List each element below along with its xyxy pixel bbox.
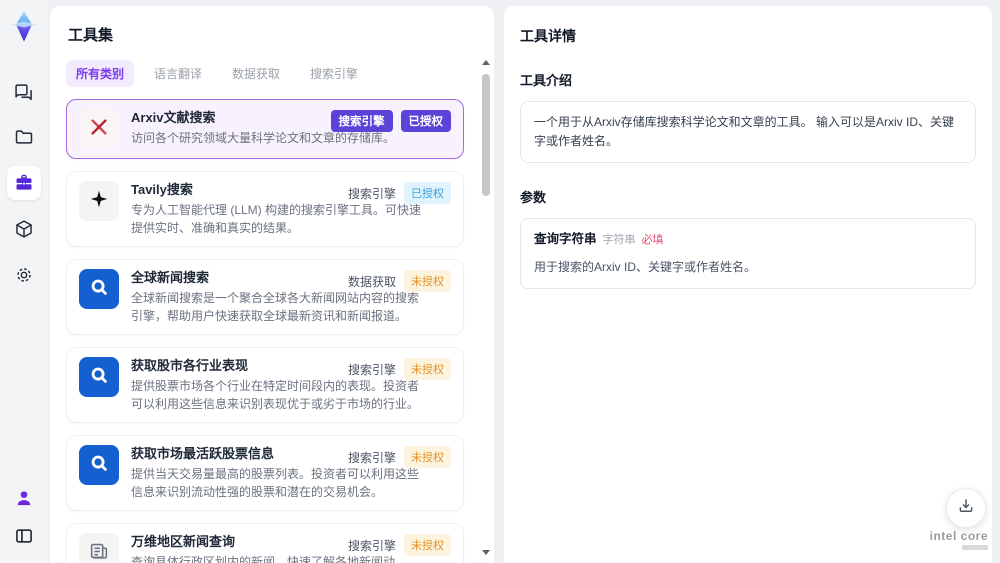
tool-category-label: 搜索引擎: [347, 538, 396, 553]
tool-card-1[interactable]: Tavily搜索 专为人工智能代理 (LLM) 构建的搜索引擎工具。可快速提供实…: [66, 171, 464, 247]
cube-icon: [14, 219, 34, 239]
sidebar-item-toolbox[interactable]: [7, 166, 41, 200]
tool-description: 专为人工智能代理 (LLM) 构建的搜索引擎工具。可快速提供实时、准确和真实的结…: [131, 203, 422, 235]
tool-status-badge: 未授权: [404, 534, 451, 556]
intro-heading: 工具介绍: [520, 73, 573, 88]
tool-description: 提供当天交易量最高的股票列表。投资者可以利用这些信息来识别流动性强的股票和潜在的…: [131, 467, 420, 499]
briefcase-icon: [14, 173, 34, 193]
newspaper-icon: [88, 540, 110, 563]
tool-card-0[interactable]: Arxiv文献搜索 访问各个研究领域大量科学论文和文章的存储库。 搜索引擎 已授…: [66, 99, 464, 159]
tool-icon: [79, 269, 119, 309]
tool-list-panel: 工具集 所有类别 语言翻译 数据获取 搜索引擎 Arxiv文献搜索 访问各个研究领域大…: [50, 6, 494, 563]
tool-card-5[interactable]: 万维地区新闻查询 查询具体行政区划内的新闻，快速了解各地新闻动 搜索引擎 未授权: [66, 523, 464, 563]
search-logo-icon: [88, 452, 110, 479]
chat-icon: [14, 81, 34, 101]
sidebar-item-panel-toggle[interactable]: [7, 519, 41, 553]
user-icon: [14, 488, 34, 508]
sidebar-item-files[interactable]: [7, 120, 41, 154]
page-title: 工具集: [68, 27, 114, 44]
param-name: 查询字符串: [534, 232, 597, 246]
scroll-down-icon[interactable]: [482, 550, 490, 555]
tool-status-badge: 未授权: [404, 446, 451, 468]
tool-icon: [79, 445, 119, 485]
tool-icon: [79, 181, 119, 221]
brand-text: intel core: [929, 529, 988, 543]
sidebar-item-chat[interactable]: [7, 74, 41, 108]
arxiv-logo-icon: [88, 116, 110, 143]
detail-title: 工具详情: [520, 28, 576, 44]
tool-category-label: 数据获取: [347, 274, 396, 289]
tool-category-label: 搜索引擎: [347, 450, 396, 465]
scroll-up-icon[interactable]: [482, 60, 490, 65]
download-icon: [957, 497, 975, 520]
sidebar-item-settings[interactable]: [7, 258, 41, 292]
tab-2[interactable]: 数据获取: [222, 60, 290, 87]
tool-status-badge: 未授权: [404, 358, 451, 380]
tool-icon: [79, 357, 119, 397]
intro-box: 一个用于从Arxiv存储库搜索科学论文和文章的工具。 输入可以是Arxiv ID…: [520, 101, 976, 163]
param-required-badge: 必填: [641, 234, 664, 246]
param-desc: 用于搜索的Arxiv ID、关键字或作者姓名。: [534, 260, 757, 274]
tool-card-2[interactable]: 全球新闻搜索 全球新闻搜索是一个聚合全球各大新闻网站内容的搜索引擎，帮助用户快速…: [66, 259, 464, 335]
brand-sub-bar: [962, 545, 988, 550]
folder-icon: [14, 127, 34, 147]
tool-status-badge: 已授权: [404, 182, 451, 204]
tavily-star-icon: [88, 188, 110, 215]
tool-status-badge: 已授权: [400, 110, 451, 132]
app-logo: [11, 11, 37, 42]
intel-core-logo: intel core: [930, 529, 988, 550]
sidebar-item-plugins[interactable]: [7, 212, 41, 246]
tab-1[interactable]: 语言翻译: [144, 60, 212, 87]
tool-category-label: 搜索引擎: [347, 362, 396, 377]
tool-icon: [79, 109, 119, 149]
app-sidebar: [0, 0, 48, 563]
tool-card-4[interactable]: 获取市场最活跃股票信息 提供当天交易量最高的股票列表。投资者可以利用这些信息来识…: [66, 435, 464, 511]
tool-icon: [79, 533, 119, 563]
download-button[interactable]: [946, 488, 986, 528]
tool-list: Arxiv文献搜索 访问各个研究领域大量科学论文和文章的存储库。 搜索引擎 已授…: [66, 99, 478, 563]
sidebar-item-user[interactable]: [7, 481, 41, 515]
tool-description: 提供股票市场各个行业在特定时间段内的表现。投资者可以利用这些信息来识别表现优于或…: [131, 379, 420, 411]
search-logo-icon: [88, 276, 110, 303]
gear-icon: [14, 265, 34, 285]
list-scrollbar[interactable]: [481, 60, 491, 555]
tool-card-3[interactable]: 获取股市各行业表现 提供股票市场各个行业在特定时间段内的表现。投资者可以利用这些…: [66, 347, 464, 423]
params-heading: 参数: [520, 190, 547, 205]
tool-category-label: 搜索引擎: [330, 110, 393, 132]
tool-description: 全球新闻搜索是一个聚合全球各大新闻网站内容的搜索引擎，帮助用户快速获取全球最新资…: [131, 291, 420, 323]
tool-detail-panel: 工具详情 工具介绍 一个用于从Arxiv存储库搜索科学论文和文章的工具。 输入可…: [504, 6, 992, 563]
tab-0[interactable]: 所有类别: [66, 60, 135, 87]
scrollbar-thumb[interactable]: [482, 74, 490, 196]
search-logo-icon: [88, 364, 110, 391]
tool-category-label: 搜索引擎: [347, 186, 396, 201]
tab-3[interactable]: 搜索引擎: [300, 60, 368, 87]
panel-toggle-icon: [14, 526, 34, 546]
tool-status-badge: 未授权: [404, 270, 451, 292]
param-box: 查询字符串 字符串 必填 用于搜索的Arxiv ID、关键字或作者姓名。: [520, 218, 976, 289]
param-type: 字符串: [602, 234, 636, 246]
category-tabs: 所有类别 语言翻译 数据获取 搜索引擎: [66, 60, 478, 87]
